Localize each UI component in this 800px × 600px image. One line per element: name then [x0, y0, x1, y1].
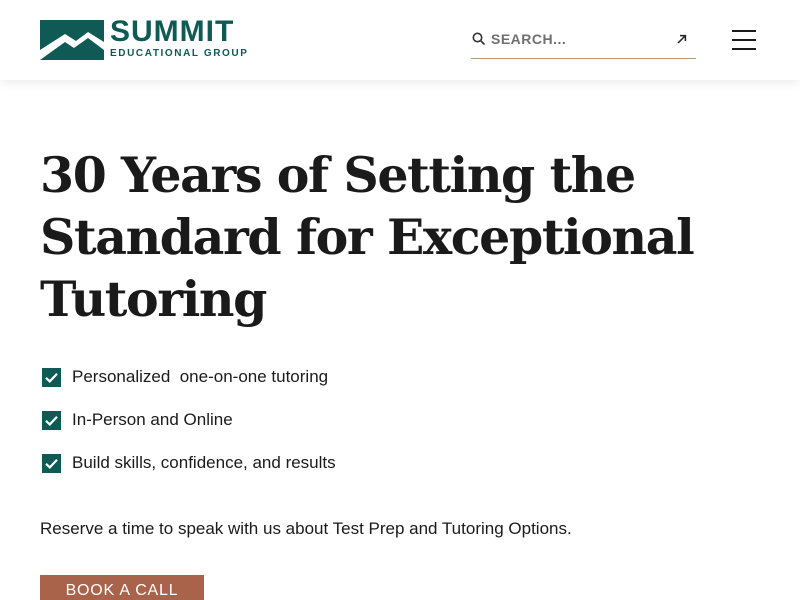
search-input[interactable] [491, 27, 661, 51]
reserve-text: Reserve a time to speak with us about Te… [40, 519, 572, 538]
search-icon [472, 32, 485, 45]
checkbox-checked-icon [42, 411, 61, 430]
arrow-up-right-icon[interactable] [674, 31, 690, 47]
menu-line [732, 39, 756, 41]
checkbox-checked-icon [42, 368, 61, 387]
search-bar [471, 26, 696, 59]
feature-label: In-Person and Online [72, 410, 233, 429]
mountain-logo-icon [40, 20, 104, 60]
logo-wordmark: SUMMIT [110, 15, 235, 48]
menu-line [732, 30, 756, 32]
summit-logo[interactable]: SUMMIT EDUCATIONAL GROUP [40, 15, 264, 61]
checkbox-checked-icon [42, 454, 61, 473]
book-a-call-button[interactable]: BOOK A CALL [40, 575, 204, 600]
menu-line [732, 48, 756, 50]
feature-label: Build skills, confidence, and results [72, 453, 336, 472]
hero-title: 30 Years of Setting the Standard for Exc… [40, 146, 695, 328]
feature-label: Personalized one-on-one tutoring [72, 367, 329, 386]
hamburger-menu-icon[interactable] [732, 29, 756, 51]
logo-tagline: EDUCATIONAL GROUP [110, 48, 249, 59]
site-header: SUMMIT EDUCATIONAL GROUP [0, 0, 800, 80]
